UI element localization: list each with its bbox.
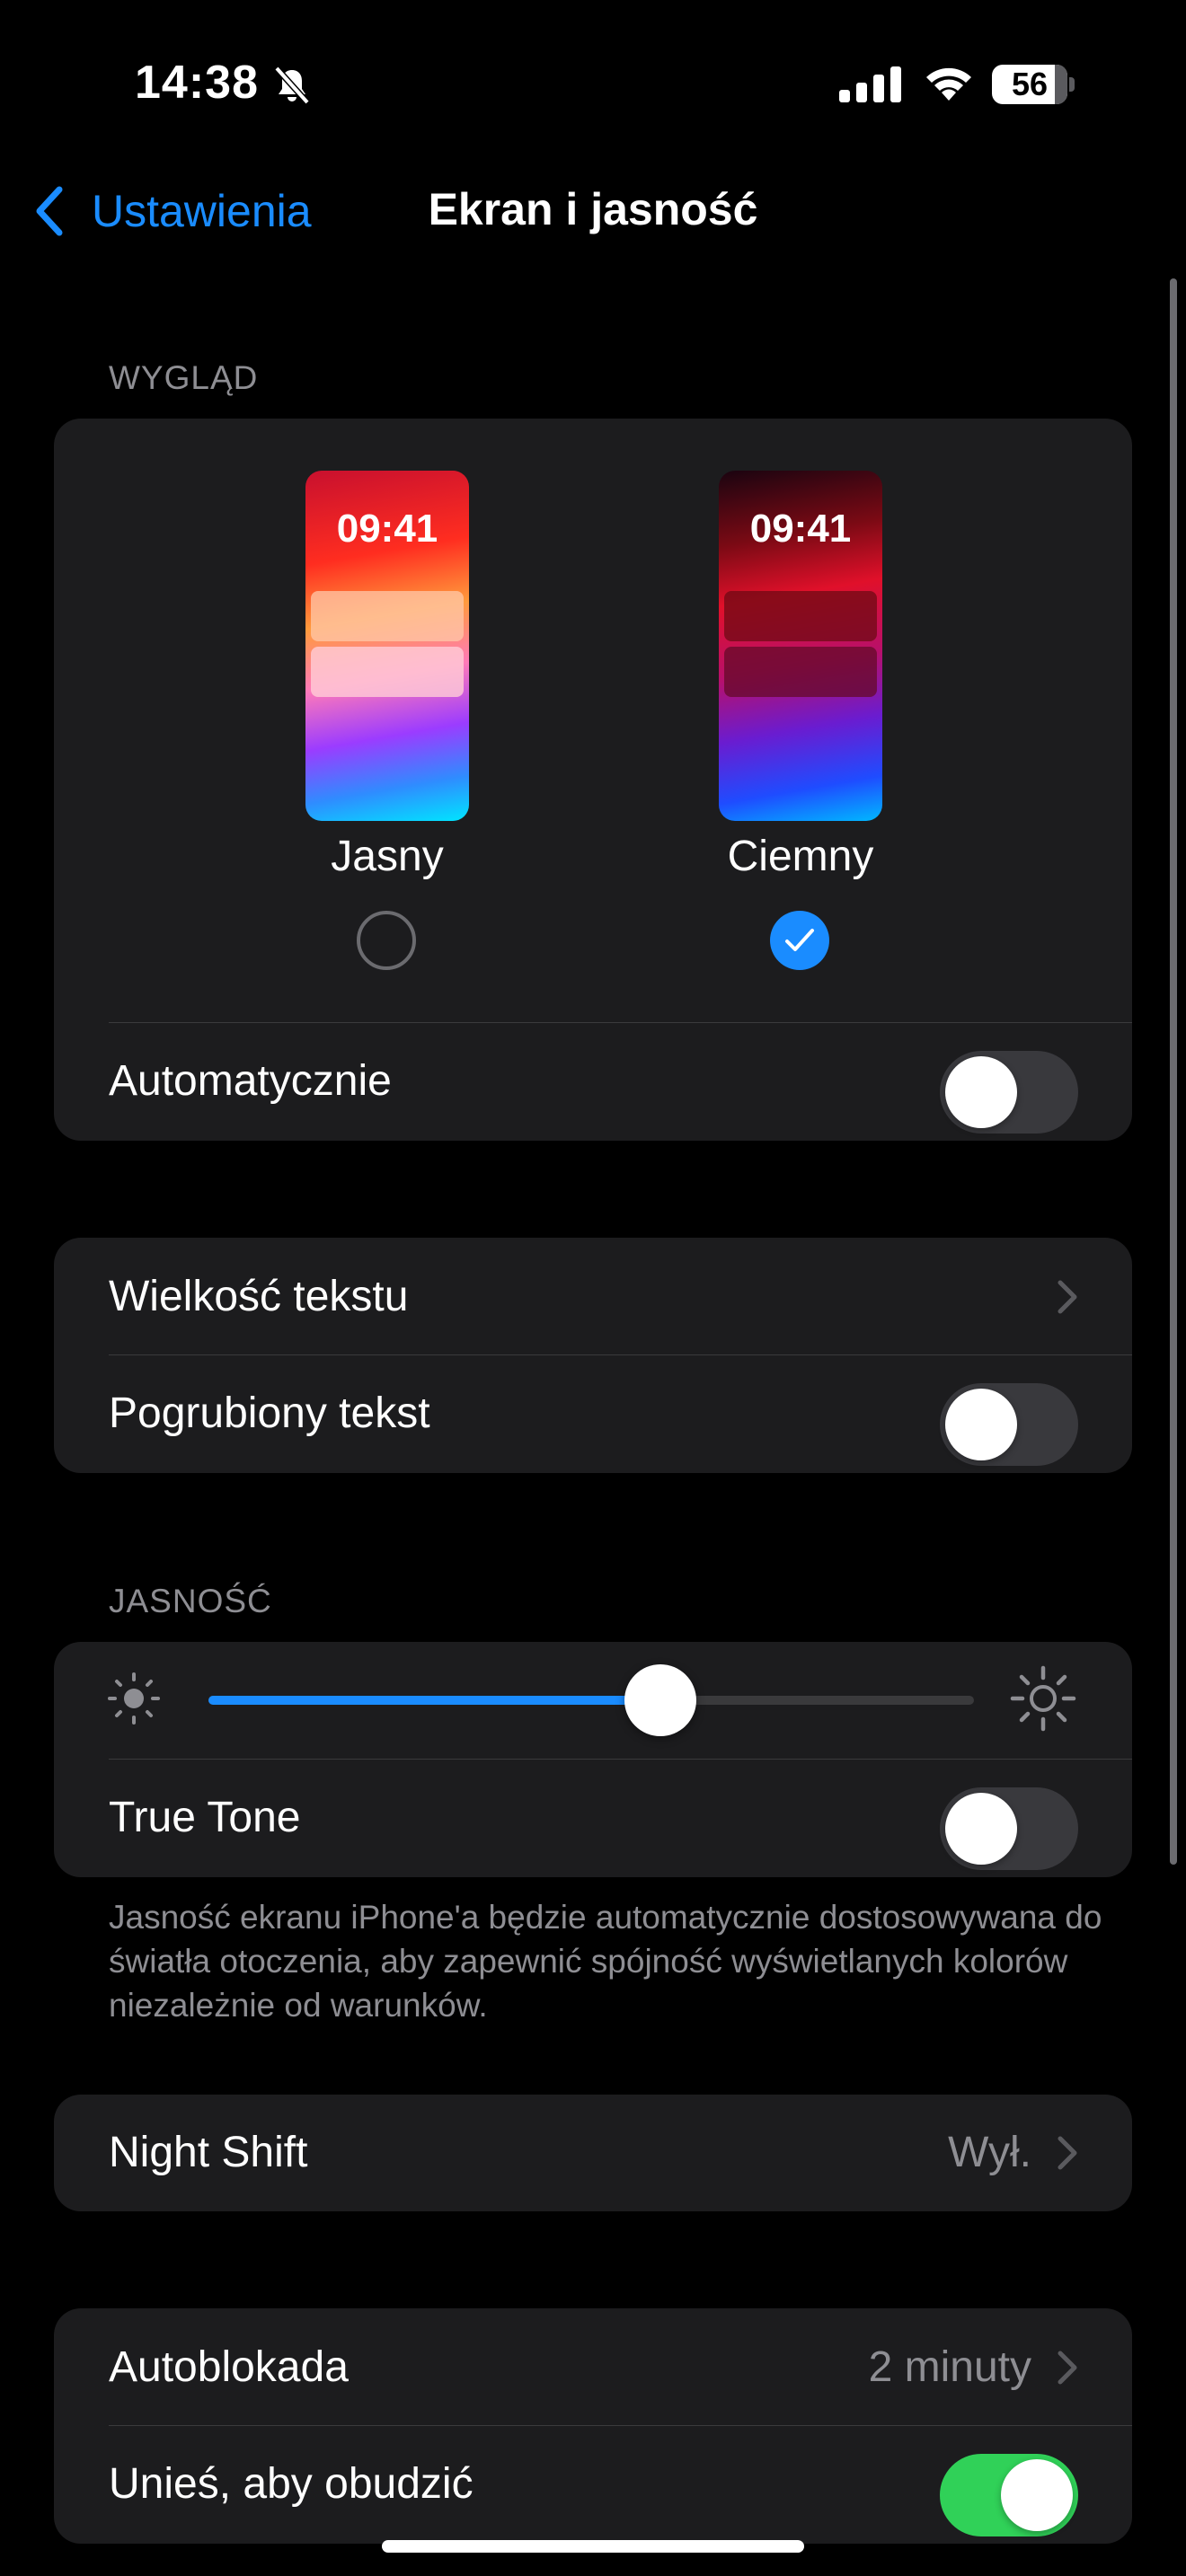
- bell-slash-icon: [274, 66, 310, 105]
- text-settings-card: Wielkość tekstu Pogrubiony tekst: [54, 1238, 1132, 1473]
- automatic-row: Automatycznie: [54, 1022, 1132, 1141]
- light-mode-preview[interactable]: 09:41: [305, 471, 469, 821]
- true-tone-label: True Tone: [109, 1794, 301, 1841]
- night-shift-label: Night Shift: [109, 2129, 308, 2176]
- raise-to-wake-row: Unieś, aby obudzić: [54, 2425, 1132, 2544]
- chevron-right-icon: [1058, 2351, 1077, 2385]
- scrollbar[interactable]: [1170, 278, 1177, 1865]
- night-shift-row[interactable]: Night Shift Wył.: [54, 2095, 1132, 2211]
- light-mode-label: Jasny: [331, 833, 444, 880]
- checkmark-icon: [785, 929, 814, 951]
- night-shift-card: Night Shift Wył.: [54, 2095, 1132, 2211]
- brightness-slider-thumb[interactable]: [624, 1664, 696, 1736]
- bold-text-toggle[interactable]: [940, 1383, 1078, 1466]
- text-size-row[interactable]: Wielkość tekstu: [54, 1238, 1132, 1356]
- true-tone-row: True Tone: [54, 1759, 1132, 1877]
- dark-preview-widget: [724, 591, 877, 641]
- sun-large-icon: [1010, 1665, 1076, 1732]
- true-tone-toggle[interactable]: [940, 1787, 1078, 1870]
- bold-text-label: Pogrubiony tekst: [109, 1389, 430, 1437]
- true-tone-description: Jasność ekranu iPhone'a będzie automatyc…: [109, 1899, 1102, 2024]
- brightness-slider-fill: [208, 1696, 660, 1705]
- auto-lock-row[interactable]: Autoblokada 2 minuty: [54, 2308, 1132, 2427]
- appearance-card: 09:41 Jasny 09:41 Ciemny Automatycznie: [54, 419, 1132, 1141]
- home-indicator[interactable]: [382, 2540, 804, 2553]
- light-preview-widget: [311, 591, 464, 641]
- display-brightness-screen: 14:38 56 Ustawienia Ekran i jasność WYGL…: [0, 0, 1186, 2576]
- brightness-card: True Tone: [54, 1642, 1132, 1877]
- raise-to-wake-toggle[interactable]: [940, 2454, 1078, 2536]
- automatic-label: Automatycznie: [109, 1057, 392, 1105]
- auto-lock-value: 2 minuty: [868, 2343, 1031, 2391]
- dark-preview-time: 09:41: [749, 507, 852, 551]
- page-title: Ekran i jasność: [428, 184, 758, 234]
- chevron-right-icon: [1058, 2136, 1077, 2170]
- section-header-appearance: WYGLĄD: [109, 359, 259, 396]
- raise-to-wake-label: Unieś, aby obudzić: [109, 2460, 474, 2508]
- status-time: 14:38: [135, 57, 259, 109]
- light-preview-widget: [311, 647, 464, 697]
- battery-level: 56: [1011, 66, 1049, 102]
- night-shift-value: Wył.: [948, 2129, 1031, 2176]
- sun-small-icon: [108, 1672, 160, 1725]
- chevron-right-icon: [1058, 1280, 1077, 1314]
- auto-lock-label: Autoblokada: [109, 2343, 349, 2391]
- bold-text-row: Pogrubiony tekst: [54, 1354, 1132, 1473]
- dark-mode-preview[interactable]: 09:41: [719, 471, 882, 821]
- dark-mode-radio[interactable]: [770, 911, 829, 970]
- light-preview-time: 09:41: [336, 507, 438, 551]
- text-size-label: Wielkość tekstu: [109, 1273, 409, 1320]
- brightness-slider[interactable]: [208, 1696, 974, 1705]
- wifi-icon: [926, 67, 971, 101]
- section-header-brightness: JASNOŚĆ: [109, 1583, 272, 1619]
- light-mode-radio[interactable]: [357, 911, 416, 970]
- dark-mode-label: Ciemny: [727, 833, 874, 880]
- lock-card: Autoblokada 2 minuty Unieś, aby obudzić: [54, 2308, 1132, 2544]
- dark-preview-widget: [724, 647, 877, 697]
- battery-icon: 56: [992, 65, 1075, 104]
- signal-icon: [839, 66, 901, 102]
- automatic-toggle[interactable]: [940, 1051, 1078, 1134]
